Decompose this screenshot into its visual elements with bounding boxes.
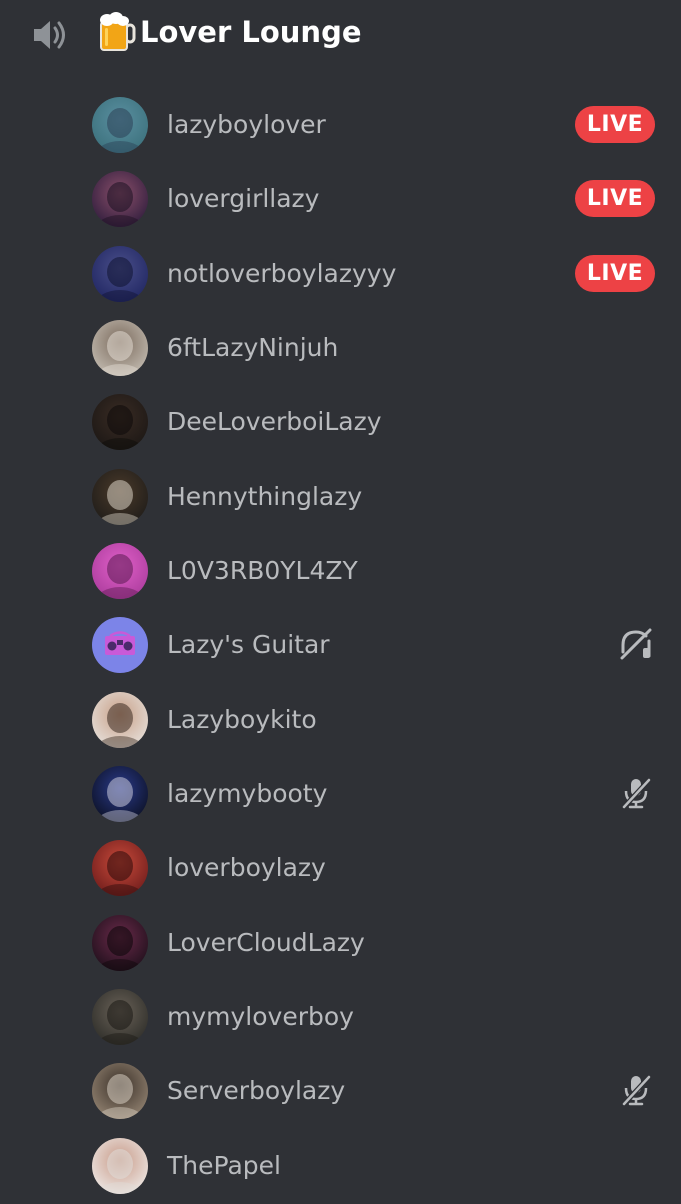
- avatar: [92, 840, 148, 897]
- muted-microphone-icon: [622, 1075, 651, 1107]
- voice-channel-header[interactable]: Lover Lounge: [0, 0, 681, 66]
- voice-member-list: lazyboylover LIVE lovergirllazy LIVE notlove…: [0, 89, 681, 1204]
- avatar: [92, 468, 148, 525]
- avatar: [92, 320, 148, 377]
- voice-member-row[interactable]: lazymybooty: [0, 758, 681, 832]
- voice-member-row[interactable]: 6ftLazyNinjuh: [0, 312, 681, 386]
- live-badge[interactable]: LIVE: [575, 180, 655, 218]
- avatar: [92, 766, 148, 823]
- member-username: L0V3RB0YL4ZY: [167, 556, 358, 586]
- voice-member-row[interactable]: L0V3RB0YL4ZY: [0, 535, 681, 609]
- member-username: lazyboylover: [167, 110, 326, 139]
- member-username: lovergirllazy: [167, 184, 320, 214]
- member-username: notloverboylazyyy: [167, 258, 397, 288]
- avatar: [92, 543, 148, 600]
- avatar: [92, 394, 148, 451]
- avatar: [92, 989, 148, 1046]
- live-badge[interactable]: LIVE: [575, 106, 655, 143]
- avatar: [92, 1137, 148, 1194]
- muted-microphone-icon: [622, 778, 651, 809]
- avatar: [92, 914, 148, 971]
- voice-member-row[interactable]: Serverboylazy: [0, 1055, 681, 1129]
- member-username: Lazy's Guitar: [167, 630, 330, 660]
- voice-member-row[interactable]: lazyboylover LIVE: [0, 89, 681, 163]
- voice-member-row[interactable]: ThePapel: [0, 1130, 681, 1204]
- live-badge[interactable]: LIVE: [575, 254, 655, 292]
- member-username: lazymybooty: [167, 779, 328, 809]
- member-username: LoverCloudLazy: [167, 927, 365, 957]
- avatar: [92, 1063, 148, 1120]
- member-username: mymyloverboy: [167, 1002, 354, 1032]
- member-username: Hennythinglazy: [167, 481, 363, 511]
- member-username: ThePapel: [167, 1150, 281, 1180]
- member-username: 6ftLazyNinjuh: [167, 333, 339, 363]
- voice-member-row[interactable]: DeeLoverboiLazy: [0, 386, 681, 460]
- voice-member-row[interactable]: Hennythinglazy: [0, 461, 681, 535]
- avatar: [92, 171, 148, 228]
- voice-member-row[interactable]: notloverboylazyyy LIVE: [0, 238, 681, 312]
- avatar: [92, 245, 148, 302]
- voice-member-row[interactable]: Lazy's Guitar: [0, 609, 681, 683]
- voice-member-row[interactable]: loverboylazy: [0, 832, 681, 906]
- channel-name: Lover Lounge: [140, 15, 362, 49]
- voice-member-row[interactable]: mymyloverboy: [0, 981, 681, 1055]
- avatar: [92, 691, 148, 748]
- beer-mug-emoji: [100, 12, 136, 51]
- speaker-icon: [34, 21, 65, 49]
- avatar: [92, 97, 148, 153]
- voice-member-row[interactable]: LoverCloudLazy: [0, 907, 681, 981]
- avatar: [92, 617, 148, 674]
- voice-member-row[interactable]: lovergirllazy LIVE: [0, 163, 681, 237]
- voice-member-row[interactable]: Lazyboykito: [0, 684, 681, 758]
- member-username: Lazyboykito: [167, 704, 317, 734]
- member-username: loverboylazy: [167, 853, 326, 883]
- member-username: DeeLoverboiLazy: [167, 407, 382, 437]
- deafened-headphones-icon: [620, 628, 652, 660]
- member-username: Serverboylazy: [167, 1076, 346, 1106]
